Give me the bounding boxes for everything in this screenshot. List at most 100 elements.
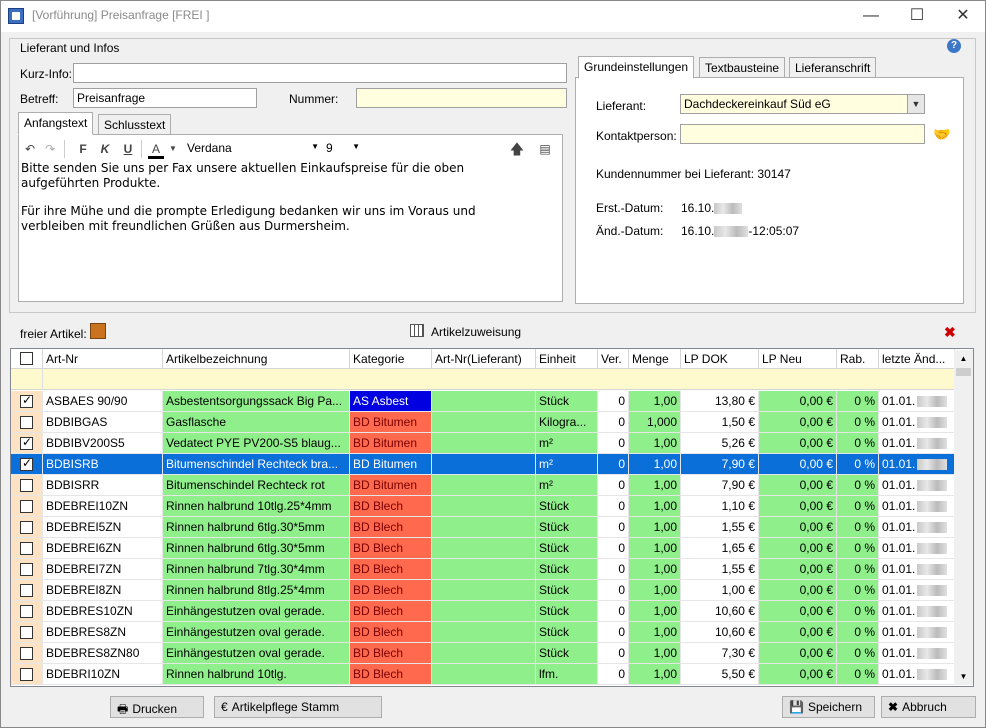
cell-bez[interactable]: Rinnen halbrund 10tlg. xyxy=(163,664,350,685)
table-row[interactable]: BDEBREI8ZN Rinnen halbrund 8tlg.25*4mm BD … xyxy=(11,580,955,601)
select-all-header[interactable] xyxy=(11,349,43,369)
cell-bez[interactable]: Rinnen halbrund 6tlg.30*5mm xyxy=(163,538,350,559)
column-header-lpdok[interactable]: LP DOK xyxy=(681,349,759,369)
cell-lief[interactable] xyxy=(432,538,536,559)
cell-menge[interactable]: 1,00 xyxy=(629,643,681,664)
font-select[interactable]: Verdana ▼ xyxy=(183,139,321,158)
cell-einheit[interactable]: lfm. xyxy=(536,664,598,685)
cell-lpdok[interactable]: 1,55 € xyxy=(681,517,759,538)
article-grid[interactable]: Art-Nr Artikelbezeichnung Kategorie Art-… xyxy=(10,348,974,687)
kontakt-input[interactable] xyxy=(680,124,925,144)
row-checkbox-cell[interactable] xyxy=(11,433,43,454)
font-size-select[interactable]: 9 ▼ xyxy=(322,139,362,158)
cell-ver[interactable]: 0 xyxy=(598,643,629,664)
cell-lief[interactable] xyxy=(432,391,536,412)
scroll-thumb[interactable] xyxy=(956,368,971,376)
cell-lpdok[interactable]: 7,30 € xyxy=(681,643,759,664)
scroll-down-icon[interactable]: ▼ xyxy=(954,668,973,685)
cell-lpdok[interactable]: 1,10 € xyxy=(681,496,759,517)
speichern-button[interactable]: 💾 Speichern xyxy=(782,696,875,718)
row-checkbox[interactable] xyxy=(20,500,33,513)
cell-lpneu[interactable]: 0,00 € xyxy=(759,538,837,559)
row-checkbox[interactable] xyxy=(20,521,33,534)
table-row[interactable]: BDEBRES8ZN80 Einhängestutzen oval gerade.… xyxy=(11,643,955,664)
cell-lief[interactable] xyxy=(432,601,536,622)
row-checkbox-cell[interactable] xyxy=(11,643,43,664)
column-header-bezeichnung[interactable]: Artikelbezeichnung xyxy=(163,349,350,369)
cell-lpneu[interactable]: 0,00 € xyxy=(759,496,837,517)
cell-menge[interactable]: 1,00 xyxy=(629,517,681,538)
tab-textbausteine[interactable]: Textbausteine xyxy=(699,57,786,78)
cell-lpdok[interactable]: 1,50 € xyxy=(681,412,759,433)
table-row[interactable]: BDBIBGAS Gasflasche BD Bitumen Kilogra... 0 1… xyxy=(11,412,955,433)
cell-kat[interactable]: BD Blech xyxy=(350,580,432,601)
chevron-down-icon[interactable]: ▼ xyxy=(907,95,924,113)
cell-aend[interactable]: 01.01. xyxy=(879,475,955,496)
cell-einheit[interactable]: m² xyxy=(536,475,598,496)
cell-bez[interactable]: Einhängestutzen oval gerade. xyxy=(163,643,350,664)
cell-menge[interactable]: 1,00 xyxy=(629,664,681,685)
font-color-dropdown-icon[interactable]: ▼ xyxy=(168,141,178,157)
cell-kat[interactable]: BD Bitumen xyxy=(350,454,432,475)
cell-lpneu[interactable]: 0,00 € xyxy=(759,454,837,475)
row-checkbox[interactable] xyxy=(20,416,33,429)
row-checkbox[interactable] xyxy=(20,393,33,408)
cell-lief[interactable] xyxy=(432,496,536,517)
cell-aend[interactable]: 01.01. xyxy=(879,664,955,685)
lieferant-combo[interactable]: Dachdeckereinkauf Süd eG ▼ xyxy=(680,94,925,114)
cell-lpneu[interactable]: 0,00 € xyxy=(759,412,837,433)
cell-lief[interactable] xyxy=(432,412,536,433)
cell-lief[interactable] xyxy=(432,517,536,538)
cell-lpneu[interactable]: 0,00 € xyxy=(759,664,837,685)
cell-aend[interactable]: 01.01. xyxy=(879,580,955,601)
scroll-up-icon[interactable]: ▲ xyxy=(954,350,973,367)
cell-ver[interactable]: 0 xyxy=(598,454,629,475)
cell-einheit[interactable]: Stück xyxy=(536,643,598,664)
cell-rab[interactable]: 0 % xyxy=(837,391,879,412)
cell-lpdok[interactable]: 13,80 € xyxy=(681,391,759,412)
cell-rab[interactable]: 0 % xyxy=(837,538,879,559)
help-icon[interactable]: ? xyxy=(947,39,961,53)
cell-lpneu[interactable]: 0,00 € xyxy=(759,475,837,496)
cell-lief[interactable] xyxy=(432,580,536,601)
redo-icon[interactable]: ↷ xyxy=(42,141,58,157)
cell-artnr[interactable]: BDBISRB xyxy=(43,454,163,475)
cell-artnr[interactable]: BDEBREI6ZN xyxy=(43,538,163,559)
cell-bez[interactable]: Einhängestutzen oval gerade. xyxy=(163,622,350,643)
cell-menge[interactable]: 1,00 xyxy=(629,391,681,412)
nummer-input[interactable] xyxy=(356,88,567,108)
table-row[interactable]: BDEBRES8ZN Einhängestutzen oval gerade. BD… xyxy=(11,622,955,643)
cell-lpdok[interactable]: 7,90 € xyxy=(681,475,759,496)
cell-rab[interactable]: 0 % xyxy=(837,412,879,433)
artikelzuweisung-button[interactable]: Artikelzuweisung xyxy=(431,325,521,339)
filter-row[interactable] xyxy=(43,369,955,390)
cell-lpneu[interactable]: 0,00 € xyxy=(759,433,837,454)
cell-lpdok[interactable]: 7,90 € xyxy=(681,454,759,475)
cell-ver[interactable]: 0 xyxy=(598,664,629,685)
minimize-button[interactable]: — xyxy=(848,0,894,31)
tab-grundeinstellungen[interactable]: Grundeinstellungen xyxy=(578,56,695,79)
cell-bez[interactable]: Bitumenschindel Rechteck bra... xyxy=(163,454,350,475)
cell-artnr[interactable]: BDEBREI8ZN xyxy=(43,580,163,601)
editor-content[interactable]: Bitte senden Sie uns per Fax unsere aktu… xyxy=(21,161,541,247)
row-checkbox[interactable] xyxy=(20,435,33,450)
delete-icon[interactable]: ✖ xyxy=(944,324,956,341)
cell-einheit[interactable]: Stück xyxy=(536,559,598,580)
cell-menge[interactable]: 1,00 xyxy=(629,601,681,622)
cell-kat[interactable]: BD Blech xyxy=(350,538,432,559)
cell-einheit[interactable]: Kilogra... xyxy=(536,412,598,433)
cell-ver[interactable]: 0 xyxy=(598,496,629,517)
cell-aend[interactable]: 01.01. xyxy=(879,391,955,412)
row-checkbox-cell[interactable] xyxy=(11,559,43,580)
row-checkbox-cell[interactable] xyxy=(11,391,43,412)
cell-menge[interactable]: 1,00 xyxy=(629,622,681,643)
row-checkbox[interactable] xyxy=(20,605,33,618)
cell-lpdok[interactable]: 5,50 € xyxy=(681,664,759,685)
tab-anfangstext[interactable]: Anfangstext xyxy=(18,112,94,135)
row-checkbox[interactable] xyxy=(20,584,33,597)
cell-artnr[interactable]: BDBIBGAS xyxy=(43,412,163,433)
column-header-letzte-aend[interactable]: letzte Änd... xyxy=(879,349,955,369)
row-checkbox-cell[interactable] xyxy=(11,622,43,643)
cell-rab[interactable]: 0 % xyxy=(837,601,879,622)
cell-kat[interactable]: BD Blech xyxy=(350,664,432,685)
